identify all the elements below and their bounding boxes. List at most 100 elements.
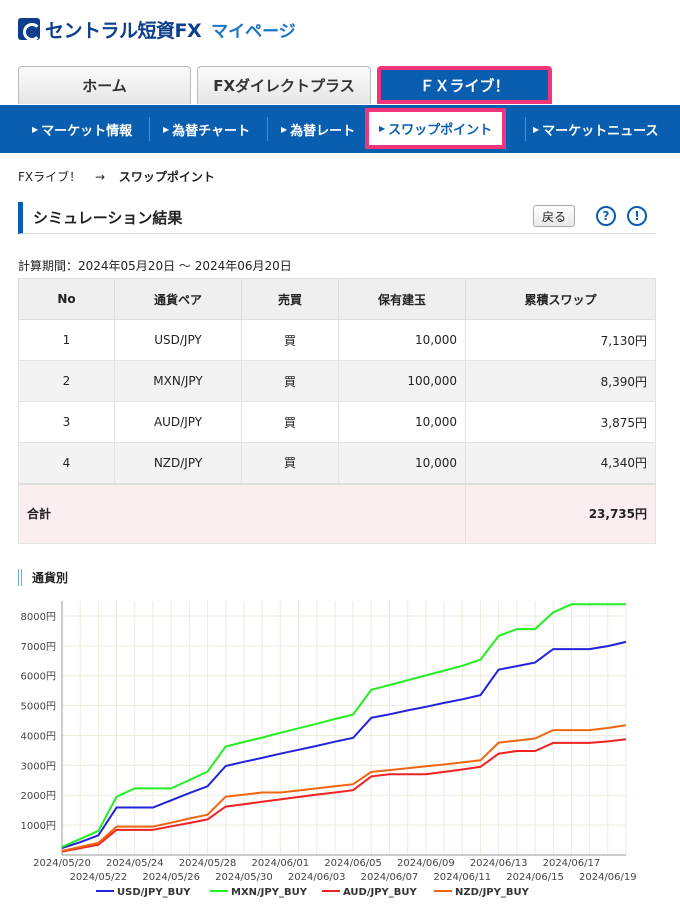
cell-position: 10,000	[338, 401, 466, 443]
table-row: 2 MXN/JPY 買 100,000 8,390円	[18, 360, 656, 402]
cell-side: 買	[241, 319, 339, 361]
x-tick-label: 2024/06/09	[397, 858, 455, 869]
subnav-fx-chart[interactable]: ▶ 為替チャート	[163, 105, 250, 153]
x-tick-label: 2024/06/11	[433, 872, 491, 883]
y-tick-label: 7000円	[21, 642, 56, 653]
cell-no: 1	[18, 319, 115, 361]
total-label: 合計	[18, 482, 466, 544]
legend-label: MXN/JPY_BUY	[231, 887, 308, 898]
x-tick-label: 2024/05/20	[33, 858, 91, 869]
col-swap: 累積スワップ	[465, 278, 656, 320]
subnav-market-news[interactable]: ▶ マーケットニュース	[533, 105, 659, 153]
total-value: 23,735円	[465, 482, 656, 544]
cell-pair: AUD/JPY	[114, 401, 242, 443]
x-tick-label: 2024/05/26	[142, 872, 200, 883]
cell-position: 100,000	[338, 360, 466, 402]
x-tick-label: 2024/06/17	[543, 858, 601, 869]
subnav-label: スワップポイント	[388, 123, 493, 138]
x-tick-label: 2024/06/19	[579, 872, 637, 883]
x-tick-label: 2024/05/30	[215, 872, 273, 883]
tab-fx-direct-plus[interactable]: FXダイレクトプラス	[197, 66, 371, 104]
y-tick-label: 5000円	[21, 702, 56, 713]
x-tick-label: 2024/06/01	[252, 858, 310, 869]
x-tick-label: 2024/06/15	[506, 872, 564, 883]
cell-swap: 7,130円	[465, 319, 656, 361]
subnav-fx-rate[interactable]: ▶ 為替レート	[281, 105, 355, 153]
logo-text: セントラル短資FX	[45, 19, 202, 42]
info-icon[interactable]: !	[627, 206, 647, 226]
triangle-right-icon: ▶	[32, 124, 39, 134]
x-tick-label: 2024/05/22	[70, 872, 128, 883]
chart-title: 通貨別	[18, 569, 68, 586]
col-side: 売買	[241, 278, 339, 320]
cell-no: 2	[18, 360, 115, 402]
triangle-right-icon: ▶	[533, 124, 540, 134]
subnav-label: 為替チャート	[172, 123, 251, 139]
series-line	[61, 640, 627, 850]
triangle-right-icon: ▶	[281, 124, 288, 134]
breadcrumb-arrow-icon: →	[94, 170, 106, 184]
table-total-row: 合計 23,735円	[18, 482, 656, 544]
cell-swap: 4,340円	[465, 442, 656, 484]
swap-line-chart: 1000円 2000円 3000円 4000円 5000円 6000円 7000円 8000円…	[21, 601, 637, 898]
calculation-period: 計算期間：2024年05月20日 〜 2024年06月20日	[18, 259, 292, 273]
x-tick-label: 2024/06/03	[288, 872, 346, 883]
cell-pair: NZD/JPY	[114, 442, 242, 484]
y-tick-label: 4000円	[21, 731, 56, 742]
tab-home[interactable]: ホーム	[18, 66, 191, 104]
back-button[interactable]: 戻る	[533, 205, 575, 227]
logo-icon	[18, 18, 41, 41]
series-line	[61, 603, 626, 848]
cell-no: 4	[18, 442, 115, 484]
col-no: No	[18, 278, 115, 320]
mypage-label: マイページ	[211, 21, 296, 42]
y-tick-label: 3000円	[21, 761, 56, 772]
table-row: 1 USD/JPY 買 10,000 7,130円	[18, 319, 656, 361]
subnav-label: マーケットニュース	[542, 123, 659, 139]
table-header-row: No 通貨ペア 売買 保有建玉 累積スワップ	[18, 278, 656, 320]
breadcrumb: FXライブ！ → スワップポイント	[18, 168, 215, 185]
subnav-divider	[525, 117, 526, 141]
help-icon[interactable]: ?	[596, 206, 616, 226]
x-tick-label: 2024/05/24	[106, 858, 164, 869]
cell-swap: 3,875円	[465, 401, 656, 443]
subnav-label: 為替レート	[290, 123, 356, 139]
tab-fx-live[interactable]: ＦＸライブ！	[377, 66, 552, 104]
cell-side: 買	[241, 360, 339, 402]
table-row: 4 NZD/JPY 買 10,000 4,340円	[18, 442, 656, 484]
legend-label: NZD/JPY_BUY	[455, 887, 530, 898]
subnav-market-info[interactable]: ▶ マーケット情報	[32, 105, 132, 153]
breadcrumb-current: スワップポイント	[118, 170, 215, 184]
logo[interactable]: セントラル短資FX マイページ	[18, 14, 296, 44]
y-tick-label: 1000円	[21, 821, 56, 832]
subnav-divider	[267, 117, 268, 141]
y-tick-label: 2000円	[21, 791, 56, 802]
breadcrumb-parent[interactable]: FXライブ！	[18, 170, 81, 184]
table-row: 3 AUD/JPY 買 10,000 3,875円	[18, 401, 656, 443]
cell-no: 3	[18, 401, 115, 443]
x-tick-label: 2024/05/28	[179, 858, 237, 869]
triangle-right-icon: ▶	[163, 124, 170, 134]
cell-swap: 8,390円	[465, 360, 656, 402]
subnav-divider	[149, 117, 150, 141]
col-pair: 通貨ペア	[114, 278, 242, 320]
cell-pair: USD/JPY	[114, 319, 242, 361]
swap-table: No 通貨ペア 売買 保有建玉 累積スワップ 1 USD/JPY 買 10,00…	[18, 278, 656, 544]
y-tick-label: 6000円	[21, 672, 56, 683]
cell-side: 買	[241, 401, 339, 443]
col-position: 保有建玉	[338, 278, 466, 320]
x-tick-label: 2024/06/07	[361, 872, 419, 883]
subnav-label: マーケット情報	[41, 123, 133, 139]
cell-position: 10,000	[338, 442, 466, 484]
y-tick-label: 8000円	[21, 612, 56, 623]
legend-label: AUD/JPY_BUY	[343, 887, 418, 898]
cell-side: 買	[241, 442, 339, 484]
sub-navigation: ▶ マーケット情報 ▶ 為替チャート ▶ 為替レート ▶ スワップポイント ▶ マーケット…	[0, 105, 680, 153]
cell-pair: MXN/JPY	[114, 360, 242, 402]
triangle-right-icon: ▶	[379, 124, 386, 133]
x-tick-label: 2024/06/05	[324, 858, 382, 869]
subnav-swap-point[interactable]: ▶ スワップポイント	[365, 108, 507, 149]
x-tick-label: 2024/06/13	[470, 858, 528, 869]
legend-label: USD/JPY_BUY	[117, 887, 191, 898]
cell-position: 10,000	[338, 319, 466, 361]
